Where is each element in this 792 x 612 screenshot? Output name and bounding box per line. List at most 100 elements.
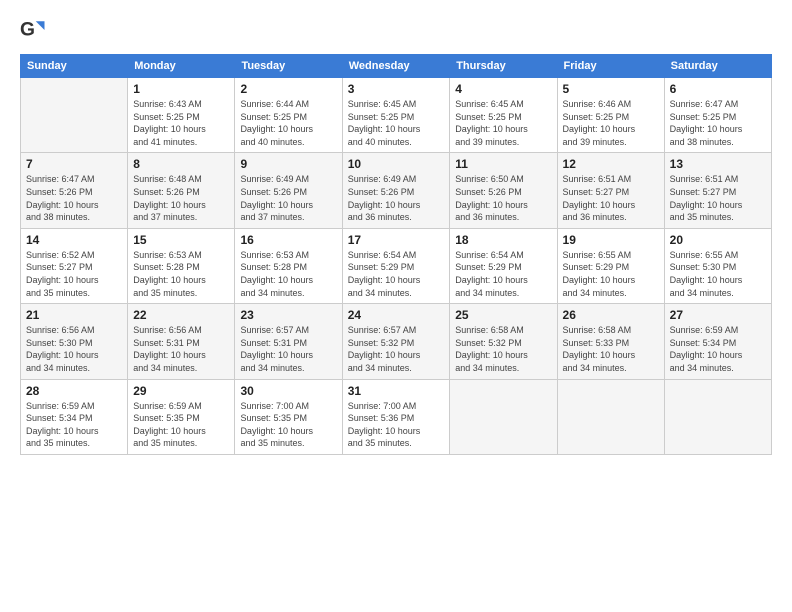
- day-number: 18: [455, 233, 551, 247]
- day-number: 29: [133, 384, 229, 398]
- calendar-cell: 7 Sunrise: 6:47 AM Sunset: 5:26 PM Daylig…: [21, 153, 128, 228]
- day-number: 21: [26, 308, 122, 322]
- day-info: Sunrise: 6:53 AM Sunset: 5:28 PM Dayligh…: [240, 249, 336, 299]
- day-number: 2: [240, 82, 336, 96]
- header: G: [20, 16, 772, 44]
- calendar-cell: 15 Sunrise: 6:53 AM Sunset: 5:28 PM Dayli…: [128, 228, 235, 303]
- calendar-cell: 30 Sunrise: 7:00 AM Sunset: 5:35 PM Dayli…: [235, 379, 342, 454]
- day-info: Sunrise: 6:58 AM Sunset: 5:33 PM Dayligh…: [563, 324, 659, 374]
- day-number: 5: [563, 82, 659, 96]
- day-info: Sunrise: 6:57 AM Sunset: 5:31 PM Dayligh…: [240, 324, 336, 374]
- calendar-cell: 24 Sunrise: 6:57 AM Sunset: 5:32 PM Dayli…: [342, 304, 450, 379]
- day-info: Sunrise: 6:49 AM Sunset: 5:26 PM Dayligh…: [348, 173, 445, 223]
- calendar-cell: 21 Sunrise: 6:56 AM Sunset: 5:30 PM Dayli…: [21, 304, 128, 379]
- day-info: Sunrise: 7:00 AM Sunset: 5:35 PM Dayligh…: [240, 400, 336, 450]
- day-number: 16: [240, 233, 336, 247]
- calendar-cell: 17Sunrise: 6:54 AM Sunset: 5:29 PM Dayli…: [342, 228, 450, 303]
- calendar-cell: 13 Sunrise: 6:51 AM Sunset: 5:27 PM Dayli…: [664, 153, 771, 228]
- calendar-cell: 16 Sunrise: 6:53 AM Sunset: 5:28 PM Dayli…: [235, 228, 342, 303]
- day-info: Sunrise: 6:56 AM Sunset: 5:31 PM Dayligh…: [133, 324, 229, 374]
- day-number: 24: [348, 308, 445, 322]
- calendar-cell: 12 Sunrise: 6:51 AM Sunset: 5:27 PM Dayli…: [557, 153, 664, 228]
- calendar-cell: [557, 379, 664, 454]
- day-number: 10: [348, 157, 445, 171]
- calendar-week-row: 7 Sunrise: 6:47 AM Sunset: 5:26 PM Daylig…: [21, 153, 772, 228]
- page: G SundayMondayTuesdayWednesdayThursdayFr…: [0, 0, 792, 612]
- calendar-week-row: 1Sunrise: 6:43 AM Sunset: 5:25 PM Daylig…: [21, 78, 772, 153]
- day-info: Sunrise: 6:45 AM Sunset: 5:25 PM Dayligh…: [455, 98, 551, 148]
- calendar-cell: 18 Sunrise: 6:54 AM Sunset: 5:29 PM Dayli…: [450, 228, 557, 303]
- calendar-cell: 25 Sunrise: 6:58 AM Sunset: 5:32 PM Dayli…: [450, 304, 557, 379]
- day-number: 13: [670, 157, 766, 171]
- day-number: 7: [26, 157, 122, 171]
- day-info: Sunrise: 6:57 AM Sunset: 5:32 PM Dayligh…: [348, 324, 445, 374]
- day-info: Sunrise: 6:55 AM Sunset: 5:30 PM Dayligh…: [670, 249, 766, 299]
- day-info: Sunrise: 6:59 AM Sunset: 5:35 PM Dayligh…: [133, 400, 229, 450]
- day-info: Sunrise: 6:47 AM Sunset: 5:25 PM Dayligh…: [670, 98, 766, 148]
- day-info: Sunrise: 6:47 AM Sunset: 5:26 PM Dayligh…: [26, 173, 122, 223]
- calendar-cell: 1Sunrise: 6:43 AM Sunset: 5:25 PM Daylig…: [128, 78, 235, 153]
- day-info: Sunrise: 6:48 AM Sunset: 5:26 PM Dayligh…: [133, 173, 229, 223]
- calendar-cell: 22Sunrise: 6:56 AM Sunset: 5:31 PM Dayli…: [128, 304, 235, 379]
- day-info: Sunrise: 6:49 AM Sunset: 5:26 PM Dayligh…: [240, 173, 336, 223]
- day-number: 3: [348, 82, 445, 96]
- day-number: 6: [670, 82, 766, 96]
- day-info: Sunrise: 6:53 AM Sunset: 5:28 PM Dayligh…: [133, 249, 229, 299]
- calendar-header-wednesday: Wednesday: [342, 55, 450, 78]
- day-number: 15: [133, 233, 229, 247]
- day-info: Sunrise: 6:52 AM Sunset: 5:27 PM Dayligh…: [26, 249, 122, 299]
- svg-text:G: G: [20, 19, 35, 40]
- calendar-cell: 23 Sunrise: 6:57 AM Sunset: 5:31 PM Dayli…: [235, 304, 342, 379]
- day-info: Sunrise: 6:56 AM Sunset: 5:30 PM Dayligh…: [26, 324, 122, 374]
- day-info: Sunrise: 6:54 AM Sunset: 5:29 PM Dayligh…: [348, 249, 445, 299]
- day-number: 23: [240, 308, 336, 322]
- day-info: Sunrise: 6:55 AM Sunset: 5:29 PM Dayligh…: [563, 249, 659, 299]
- day-number: 1: [133, 82, 229, 96]
- day-info: Sunrise: 6:51 AM Sunset: 5:27 PM Dayligh…: [563, 173, 659, 223]
- day-info: Sunrise: 6:54 AM Sunset: 5:29 PM Dayligh…: [455, 249, 551, 299]
- day-info: Sunrise: 6:51 AM Sunset: 5:27 PM Dayligh…: [670, 173, 766, 223]
- calendar-week-row: 28Sunrise: 6:59 AM Sunset: 5:34 PM Dayli…: [21, 379, 772, 454]
- calendar-cell: 27Sunrise: 6:59 AM Sunset: 5:34 PM Dayli…: [664, 304, 771, 379]
- calendar-week-row: 14 Sunrise: 6:52 AM Sunset: 5:27 PM Dayli…: [21, 228, 772, 303]
- day-number: 9: [240, 157, 336, 171]
- day-info: Sunrise: 7:00 AM Sunset: 5:36 PM Dayligh…: [348, 400, 445, 450]
- day-number: 14: [26, 233, 122, 247]
- calendar-cell: 2 Sunrise: 6:44 AM Sunset: 5:25 PM Daylig…: [235, 78, 342, 153]
- calendar-cell: [664, 379, 771, 454]
- calendar-cell: 20 Sunrise: 6:55 AM Sunset: 5:30 PM Dayli…: [664, 228, 771, 303]
- day-info: Sunrise: 6:58 AM Sunset: 5:32 PM Dayligh…: [455, 324, 551, 374]
- day-info: Sunrise: 6:50 AM Sunset: 5:26 PM Dayligh…: [455, 173, 551, 223]
- day-number: 30: [240, 384, 336, 398]
- calendar-cell: 6 Sunrise: 6:47 AM Sunset: 5:25 PM Daylig…: [664, 78, 771, 153]
- day-number: 4: [455, 82, 551, 96]
- calendar-cell: 10 Sunrise: 6:49 AM Sunset: 5:26 PM Dayli…: [342, 153, 450, 228]
- calendar-header-tuesday: Tuesday: [235, 55, 342, 78]
- calendar-cell: 4 Sunrise: 6:45 AM Sunset: 5:25 PM Daylig…: [450, 78, 557, 153]
- calendar-cell: 31 Sunrise: 7:00 AM Sunset: 5:36 PM Dayli…: [342, 379, 450, 454]
- day-number: 25: [455, 308, 551, 322]
- calendar-cell: 14 Sunrise: 6:52 AM Sunset: 5:27 PM Dayli…: [21, 228, 128, 303]
- day-info: Sunrise: 6:59 AM Sunset: 5:34 PM Dayligh…: [26, 400, 122, 450]
- day-number: 27: [670, 308, 766, 322]
- day-number: 11: [455, 157, 551, 171]
- calendar-cell: 29 Sunrise: 6:59 AM Sunset: 5:35 PM Dayli…: [128, 379, 235, 454]
- logo-icon: G: [20, 16, 48, 44]
- day-number: 20: [670, 233, 766, 247]
- day-info: Sunrise: 6:46 AM Sunset: 5:25 PM Dayligh…: [563, 98, 659, 148]
- day-info: Sunrise: 6:44 AM Sunset: 5:25 PM Dayligh…: [240, 98, 336, 148]
- day-number: 12: [563, 157, 659, 171]
- calendar-cell: 9 Sunrise: 6:49 AM Sunset: 5:26 PM Daylig…: [235, 153, 342, 228]
- calendar-header-sunday: Sunday: [21, 55, 128, 78]
- calendar-header-monday: Monday: [128, 55, 235, 78]
- calendar-cell: 3Sunrise: 6:45 AM Sunset: 5:25 PM Daylig…: [342, 78, 450, 153]
- calendar-cell: [450, 379, 557, 454]
- calendar-cell: 26 Sunrise: 6:58 AM Sunset: 5:33 PM Dayli…: [557, 304, 664, 379]
- calendar-cell: 8 Sunrise: 6:48 AM Sunset: 5:26 PM Daylig…: [128, 153, 235, 228]
- calendar-cell: 28Sunrise: 6:59 AM Sunset: 5:34 PM Dayli…: [21, 379, 128, 454]
- day-number: 19: [563, 233, 659, 247]
- day-number: 8: [133, 157, 229, 171]
- day-number: 26: [563, 308, 659, 322]
- calendar-header-thursday: Thursday: [450, 55, 557, 78]
- day-number: 31: [348, 384, 445, 398]
